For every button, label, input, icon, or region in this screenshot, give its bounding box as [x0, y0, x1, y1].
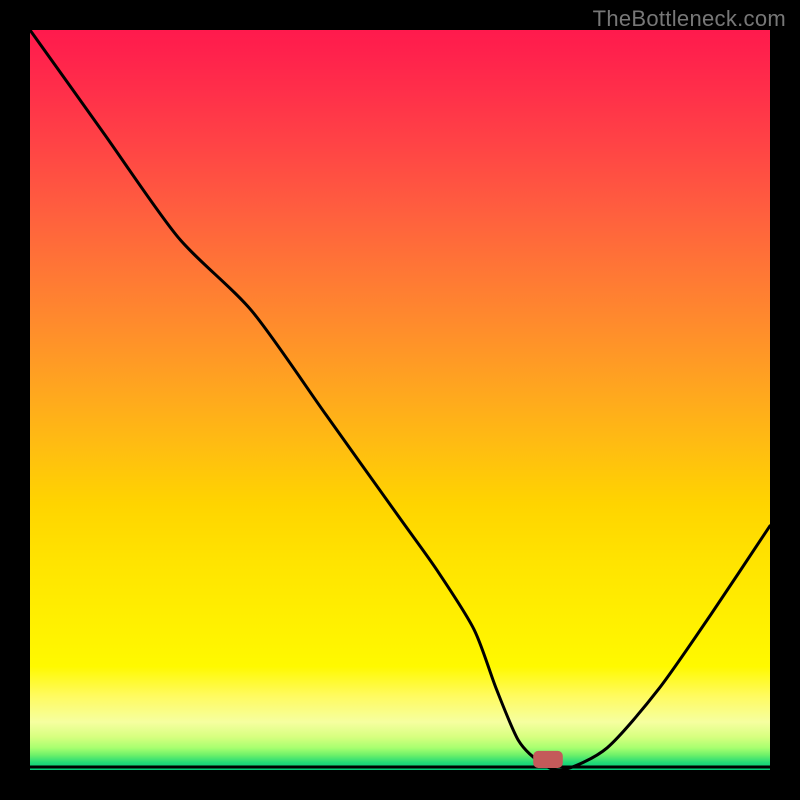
chart-svg	[30, 30, 770, 770]
plot-area	[30, 30, 770, 770]
chart-frame: TheBottleneck.com	[0, 0, 800, 800]
optimum-marker	[533, 751, 563, 768]
watermark-text: TheBottleneck.com	[593, 6, 786, 32]
bottleneck-curve	[30, 30, 770, 770]
